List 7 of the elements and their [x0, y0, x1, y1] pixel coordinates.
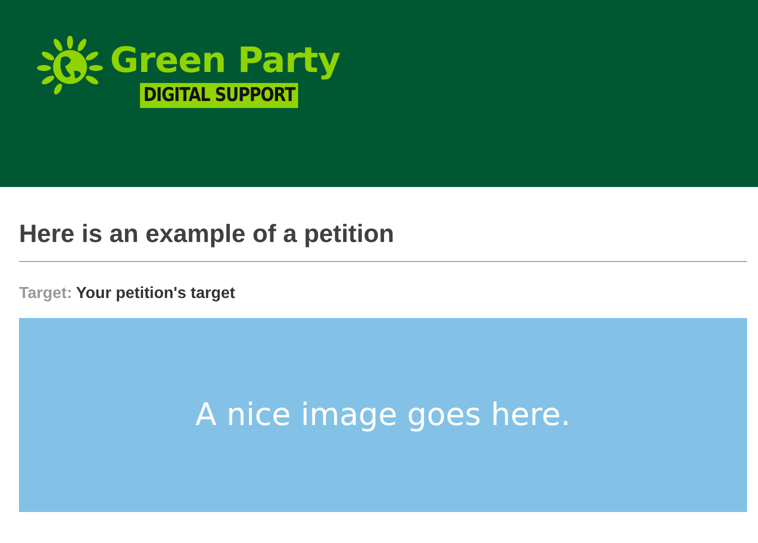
logo-icon [34, 36, 106, 96]
logo-tagline: DIGITAL SUPPORT [140, 83, 298, 108]
logo-name: Green Party [110, 44, 340, 79]
target-label: Target: [19, 284, 72, 304]
placeholder-text: A nice image goes here. [195, 396, 571, 435]
petition-title: Here is an example of a petition [19, 219, 747, 262]
target-value: Your petition's target [76, 284, 236, 304]
